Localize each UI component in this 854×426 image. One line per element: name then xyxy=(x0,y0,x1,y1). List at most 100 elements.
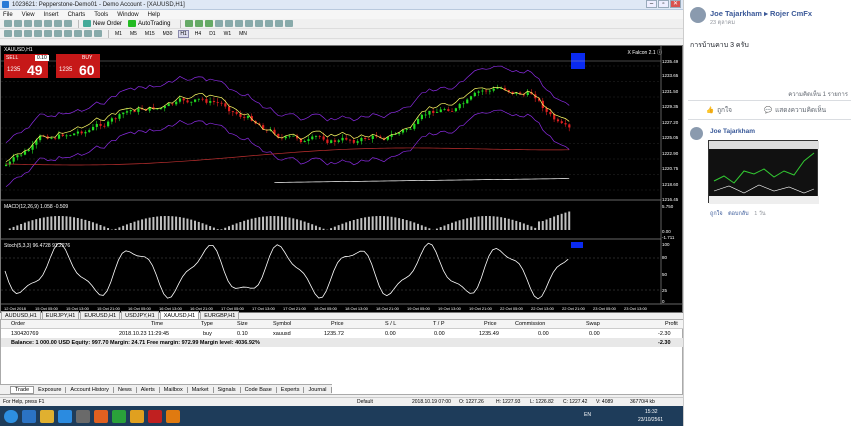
tab-trade[interactable]: Trade xyxy=(10,385,35,394)
menu-charts[interactable]: Charts xyxy=(68,12,86,18)
chart-window[interactable]: XAUUSD,H1 X Falcon 2.1 ⓘ SELL 1235 49 0.… xyxy=(0,45,683,313)
navigator-icon[interactable] xyxy=(44,20,52,27)
chart-tab[interactable]: EURUSD,H1 xyxy=(80,311,121,320)
zoom-out-icon[interactable] xyxy=(225,20,234,27)
chart-shift-icon[interactable] xyxy=(255,20,264,27)
indicators-icon[interactable] xyxy=(265,20,274,27)
col-swap[interactable]: Swap xyxy=(586,321,600,327)
maximize-button[interactable]: ▫ xyxy=(658,0,669,8)
comment-like-link[interactable]: ถูกใจ xyxy=(710,211,723,217)
chart-tab[interactable]: EURGBP,H1 xyxy=(200,311,240,320)
text-icon[interactable] xyxy=(74,30,82,37)
buy-button[interactable]: BUY 1235 60 xyxy=(56,54,100,78)
tf-h1[interactable]: H1 xyxy=(178,29,189,38)
templates-icon[interactable] xyxy=(285,20,294,27)
chart-tab[interactable]: EURJPY,H1 xyxy=(41,311,80,320)
col-price[interactable]: Price xyxy=(331,321,344,327)
menu-insert[interactable]: Insert xyxy=(44,12,59,18)
bar-chart-icon[interactable] xyxy=(185,20,194,27)
menu-help[interactable]: Help xyxy=(148,12,160,18)
menu-tools[interactable]: Tools xyxy=(94,12,108,18)
menu-file[interactable]: File xyxy=(3,12,13,18)
trendline-icon[interactable] xyxy=(44,30,52,37)
tab-market[interactable]: Market xyxy=(188,386,214,393)
tab-mailbox[interactable]: Mailbox xyxy=(160,386,188,393)
chart-tab-active[interactable]: XAUUSD,H1 xyxy=(159,311,200,320)
tester-icon[interactable] xyxy=(64,20,72,27)
terminal-icon[interactable] xyxy=(54,20,62,27)
comment-author[interactable]: Joe Tajarkham xyxy=(710,128,755,135)
periods-icon[interactable] xyxy=(275,20,284,27)
market-watch-icon[interactable] xyxy=(24,20,32,27)
tab-alerts[interactable]: Alerts xyxy=(137,386,160,393)
tab-experts[interactable]: Experts xyxy=(277,386,305,393)
data-window-icon[interactable] xyxy=(34,20,42,27)
comment-screenshot-image[interactable] xyxy=(708,140,819,204)
language-indicator[interactable]: EN xyxy=(584,412,591,418)
avatar[interactable] xyxy=(690,7,706,23)
comment-reply-link[interactable]: ตอบกลับ xyxy=(728,211,749,217)
start-icon[interactable] xyxy=(4,410,18,423)
menu-view[interactable]: View xyxy=(22,12,35,18)
autotrading-button[interactable]: AutoTrading xyxy=(138,21,170,27)
label-icon[interactable] xyxy=(84,30,92,37)
col-tp[interactable]: T / P xyxy=(433,321,445,327)
crosshair-icon[interactable] xyxy=(14,30,22,37)
media-icon[interactable] xyxy=(58,410,72,423)
tf-w1[interactable]: W1 xyxy=(222,30,234,38)
line-chart-icon[interactable] xyxy=(205,20,214,27)
price-chart[interactable] xyxy=(1,46,682,312)
col-time[interactable]: Time xyxy=(151,321,163,327)
col-size[interactable]: Size xyxy=(237,321,248,327)
tf-m30[interactable]: M30 xyxy=(161,30,175,38)
tf-mn[interactable]: MN xyxy=(237,30,249,38)
clock-time[interactable]: 15:32 xyxy=(645,409,658,415)
chrome-icon[interactable] xyxy=(112,410,126,423)
col-profit[interactable]: Profit xyxy=(665,321,678,327)
menu-window[interactable]: Window xyxy=(117,12,138,18)
comment-count[interactable]: ความคิดเห็น 1 รายการ xyxy=(788,89,848,99)
explorer-icon[interactable] xyxy=(40,410,54,423)
tab-code-base[interactable]: Code Base xyxy=(241,386,277,393)
zoom-in-icon[interactable] xyxy=(215,20,224,27)
tab-exposure[interactable]: Exposure xyxy=(34,386,67,393)
close-button[interactable]: ✕ xyxy=(670,0,681,8)
channel-icon[interactable] xyxy=(54,30,62,37)
tf-m15[interactable]: M15 xyxy=(143,30,157,38)
like-button[interactable]: 👍 ถูกใจ xyxy=(706,105,732,115)
profiles-icon[interactable] xyxy=(14,20,22,27)
fibonacci-icon[interactable] xyxy=(64,30,72,37)
col-price-current[interactable]: Price xyxy=(484,321,497,327)
new-chart-icon[interactable] xyxy=(4,20,12,27)
horizontal-line-icon[interactable] xyxy=(34,30,42,37)
chart-tab[interactable]: USDJPY,H1 xyxy=(121,311,159,320)
col-symbol[interactable]: Symbol xyxy=(273,321,291,327)
table-row[interactable]: 130420769 2018.10.23 11:29:45 buy 0.10 x… xyxy=(1,329,683,338)
mt4-taskbar-icon[interactable] xyxy=(130,410,144,423)
tab-signals[interactable]: Signals xyxy=(214,386,241,393)
post-author[interactable]: Joe Tajarkham xyxy=(710,9,762,18)
tab-journal[interactable]: Journal xyxy=(304,386,332,393)
firefox-icon[interactable] xyxy=(94,410,108,423)
autoscroll-icon[interactable] xyxy=(245,20,254,27)
vlc-icon[interactable] xyxy=(166,410,180,423)
new-order-button[interactable]: New Order xyxy=(93,21,122,27)
chart-tab[interactable]: AUDUSD,H1 xyxy=(1,311,41,320)
status-profile[interactable]: Default xyxy=(357,399,373,405)
cursor-icon[interactable] xyxy=(4,30,12,37)
tf-m5[interactable]: M5 xyxy=(128,30,139,38)
powerpoint-icon[interactable] xyxy=(148,410,162,423)
comment-button[interactable]: 💬 แสดงความคิดเห็น xyxy=(764,105,826,115)
col-commission[interactable]: Commission xyxy=(515,321,545,327)
tf-m1[interactable]: M1 xyxy=(113,30,124,38)
col-order[interactable]: Order xyxy=(11,321,25,327)
ie-icon[interactable] xyxy=(22,410,36,423)
post-time[interactable]: 23 ตุลาคม xyxy=(710,19,735,27)
tf-d1[interactable]: D1 xyxy=(207,30,217,38)
tab-news[interactable]: News xyxy=(114,386,137,393)
post-group[interactable]: Rojer CmFx xyxy=(770,9,812,18)
col-sl[interactable]: S / L xyxy=(385,321,396,327)
lot-size-input[interactable]: 0.10 xyxy=(35,55,49,61)
candlestick-icon[interactable] xyxy=(195,20,204,27)
minimize-button[interactable]: – xyxy=(646,0,657,8)
